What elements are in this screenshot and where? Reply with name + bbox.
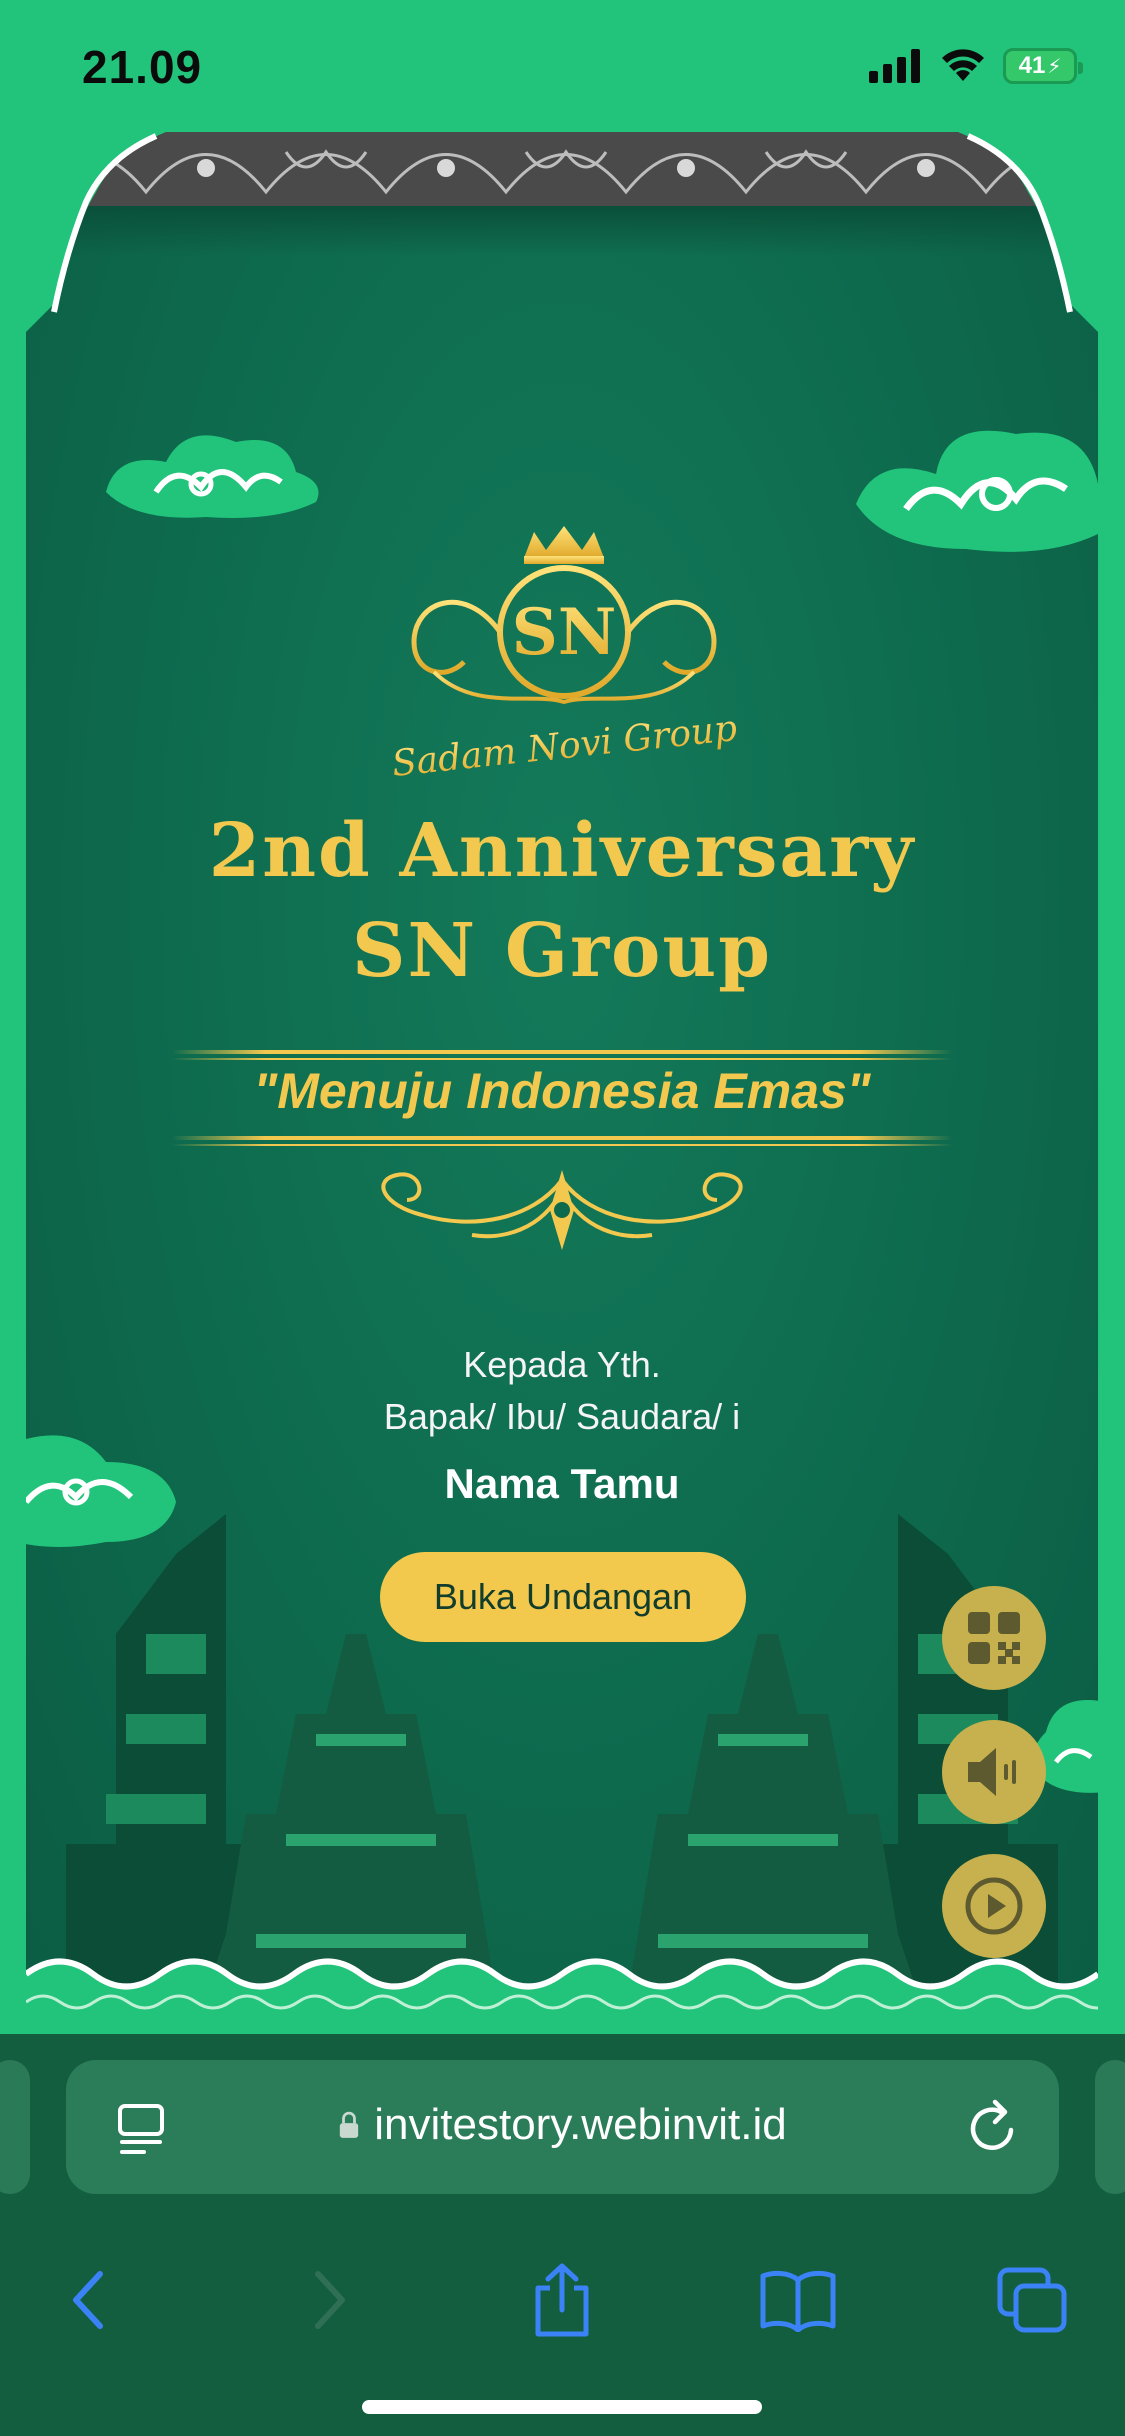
forward-icon — [315, 2271, 345, 2329]
qr-code-button[interactable] — [942, 1586, 1046, 1690]
divider-bottom — [172, 1136, 952, 1140]
battery-level: 41 — [1018, 52, 1046, 79]
divider-top-thin — [172, 1058, 952, 1060]
browser-toolbar — [0, 2234, 1125, 2374]
band-shadow — [26, 206, 1098, 256]
share-icon — [535, 2263, 589, 2337]
divider-top — [172, 1050, 952, 1054]
forward-button[interactable] — [290, 2260, 370, 2340]
batik-pattern-band — [26, 132, 1098, 206]
next-tab-peek[interactable] — [1095, 2060, 1125, 2194]
sound-toggle-button[interactable] — [942, 1720, 1046, 1824]
bookmarks-button[interactable] — [758, 2260, 838, 2340]
cloud-ornament-top-right — [856, 430, 1098, 552]
wave-ornament-bottom — [26, 1958, 1098, 2034]
lock-icon — [340, 2111, 359, 2138]
play-button[interactable] — [942, 1854, 1046, 1958]
corner-ornament-right — [958, 132, 1098, 332]
wifi-icon — [942, 49, 984, 81]
tagline: "Menuju Indonesia Emas" — [253, 1063, 871, 1119]
previous-tab-peek[interactable] — [0, 2060, 30, 2194]
url-display[interactable]: invitestory.webinvit.id — [66, 2100, 1059, 2150]
status-icons: 41 ⚡ — [869, 48, 1083, 84]
recipient-salutation: Kepada Yth. — [463, 1344, 661, 1385]
title-line-2: SN Group — [352, 908, 772, 994]
reload-icon[interactable] — [965, 2096, 1021, 2156]
guest-name: Nama Tamu — [444, 1460, 680, 1507]
cloud-ornament-top-left — [106, 435, 319, 518]
flourish-ornament — [381, 1170, 743, 1250]
charging-bolt-icon: ⚡ — [1047, 55, 1062, 78]
logo-script-text: Sadam Novi Group — [390, 708, 739, 782]
back-button[interactable] — [48, 2260, 128, 2340]
battery-indicator: 41 ⚡ — [1003, 48, 1083, 84]
open-invitation-button[interactable]: Buka Undangan — [380, 1552, 746, 1642]
play-icon — [965, 1877, 1023, 1935]
logo-monogram: SN — [512, 595, 617, 670]
sn-group-logo: SN Sadam Novi Group — [390, 526, 739, 782]
home-indicator[interactable] — [362, 2400, 762, 2414]
status-bar: 21.09 41 ⚡ — [0, 0, 1125, 132]
back-icon — [73, 2271, 103, 2329]
corner-ornament-left — [26, 132, 166, 332]
browser-chrome: invitestory.webinvit.id — [0, 2034, 1125, 2436]
address-bar[interactable]: invitestory.webinvit.id — [66, 2060, 1059, 2194]
status-time: 21.09 — [82, 41, 203, 93]
tabs-button[interactable] — [992, 2260, 1072, 2340]
bookmarks-icon — [760, 2270, 836, 2332]
recipient-honorific: Bapak/ Ibu/ Saudara/ i — [383, 1396, 741, 1437]
speaker-icon — [968, 1748, 1016, 1796]
invitation-card: SN Sadam Novi Group 2nd Anniversary SN G… — [26, 132, 1098, 2034]
share-button[interactable] — [522, 2260, 602, 2340]
tabs-icon — [997, 2267, 1067, 2333]
url-text: invitestory.webinvit.id — [374, 2100, 787, 2149]
title-line-1: 2nd Anniversary — [208, 808, 916, 894]
cellular-signal-icon — [869, 49, 920, 83]
divider-bottom-thin — [172, 1144, 952, 1146]
qr-code-icon — [968, 1612, 1020, 1664]
